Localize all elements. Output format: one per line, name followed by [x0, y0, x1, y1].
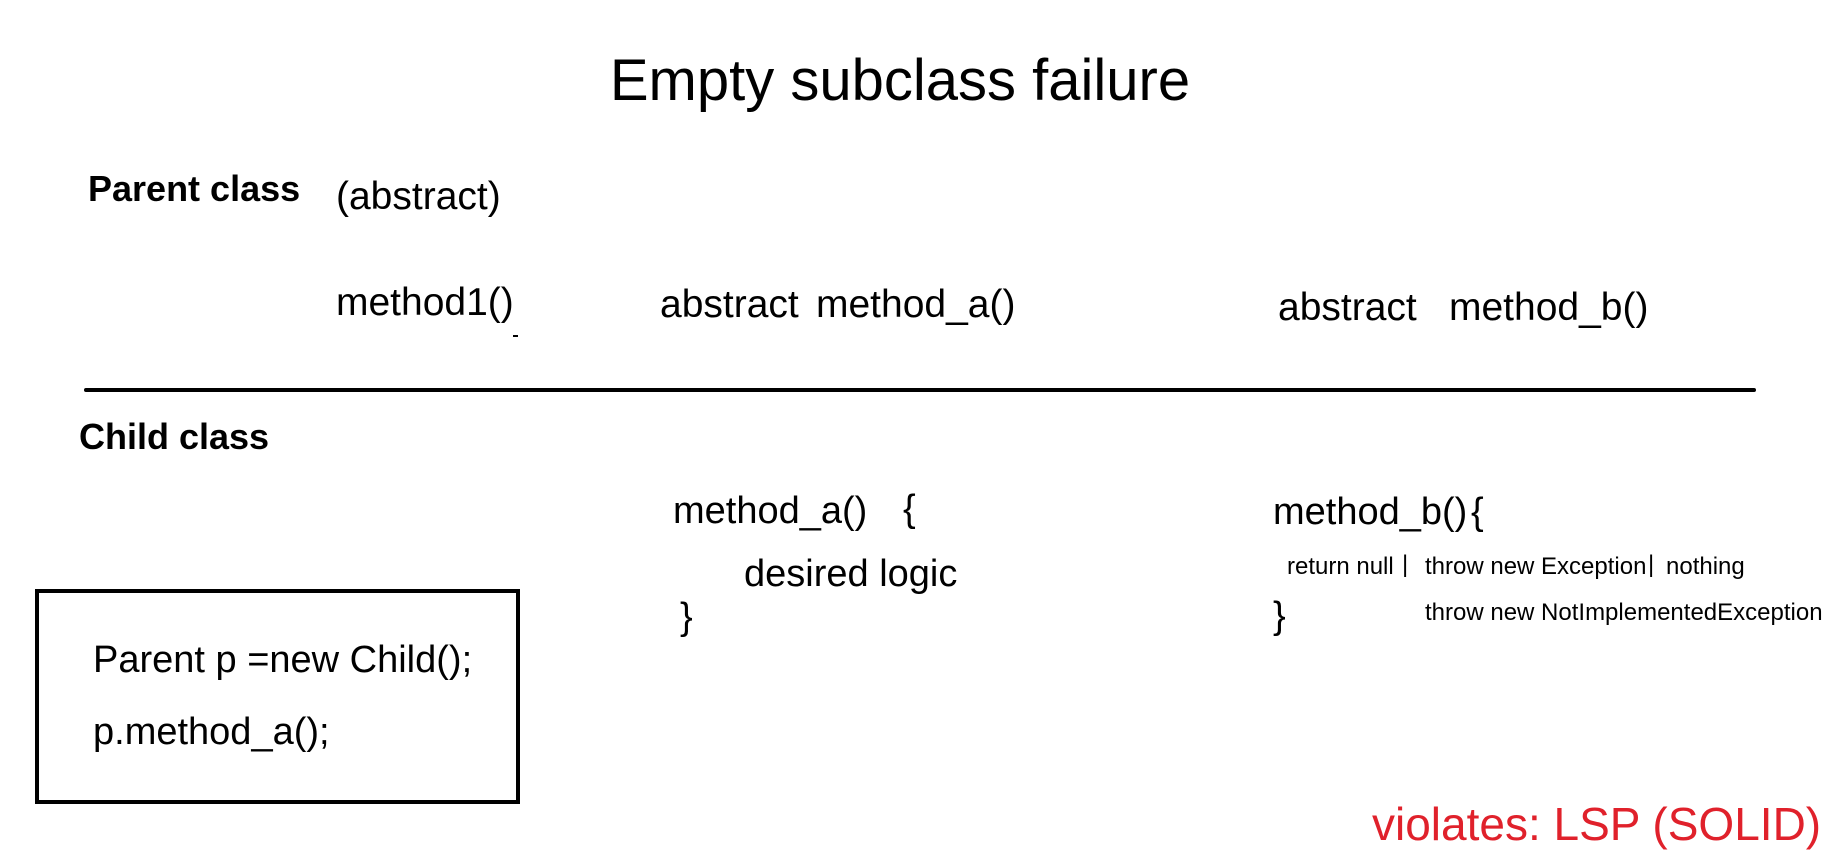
code-line-call: p.method_a(); — [93, 711, 330, 753]
child-method-a-body: desired logic — [744, 553, 958, 595]
method-b-option-return-null: return null — [1287, 553, 1394, 580]
method1-tick-mark — [513, 335, 518, 337]
parent-method-a-abstract-keyword: abstract — [660, 283, 799, 326]
method-b-option-separator: | — [1402, 551, 1409, 578]
method-b-option-nothing: nothing — [1666, 553, 1745, 580]
child-class-label: Child class — [79, 416, 270, 457]
parent-method1: method1() — [336, 281, 514, 324]
child-method-a-signature: method_a() — [673, 490, 868, 532]
child-method-a-open-brace: { — [903, 488, 916, 530]
diagram-title: Empty subclass failure — [609, 48, 1191, 113]
code-line-instantiate: Parent p =new Child(); — [93, 639, 473, 681]
parent-class-label: Parent class — [88, 168, 301, 209]
child-method-b-open-brace: { — [1471, 491, 1484, 533]
child-method-a-close-brace: } — [680, 596, 693, 638]
class-divider-line — [84, 388, 1756, 392]
child-method-b-close-brace: } — [1273, 595, 1286, 637]
parent-method-b-abstract-keyword: abstract — [1278, 286, 1417, 329]
lsp-violation-note: violates: LSP (SOLID) — [1372, 798, 1822, 850]
parent-method-b-name: method_b() — [1449, 286, 1649, 329]
method-b-option-separator: | — [1648, 551, 1655, 578]
parent-abstract-note: (abstract) — [336, 175, 501, 218]
method-b-option-throw-exception: throw new Exception — [1425, 553, 1647, 580]
child-method-b-signature: method_b() — [1273, 491, 1468, 533]
parent-method-a-name: method_a() — [816, 283, 1016, 326]
usage-code-box — [35, 589, 520, 804]
method-b-option-not-implemented: throw new NotImplementedException — [1425, 599, 1823, 626]
